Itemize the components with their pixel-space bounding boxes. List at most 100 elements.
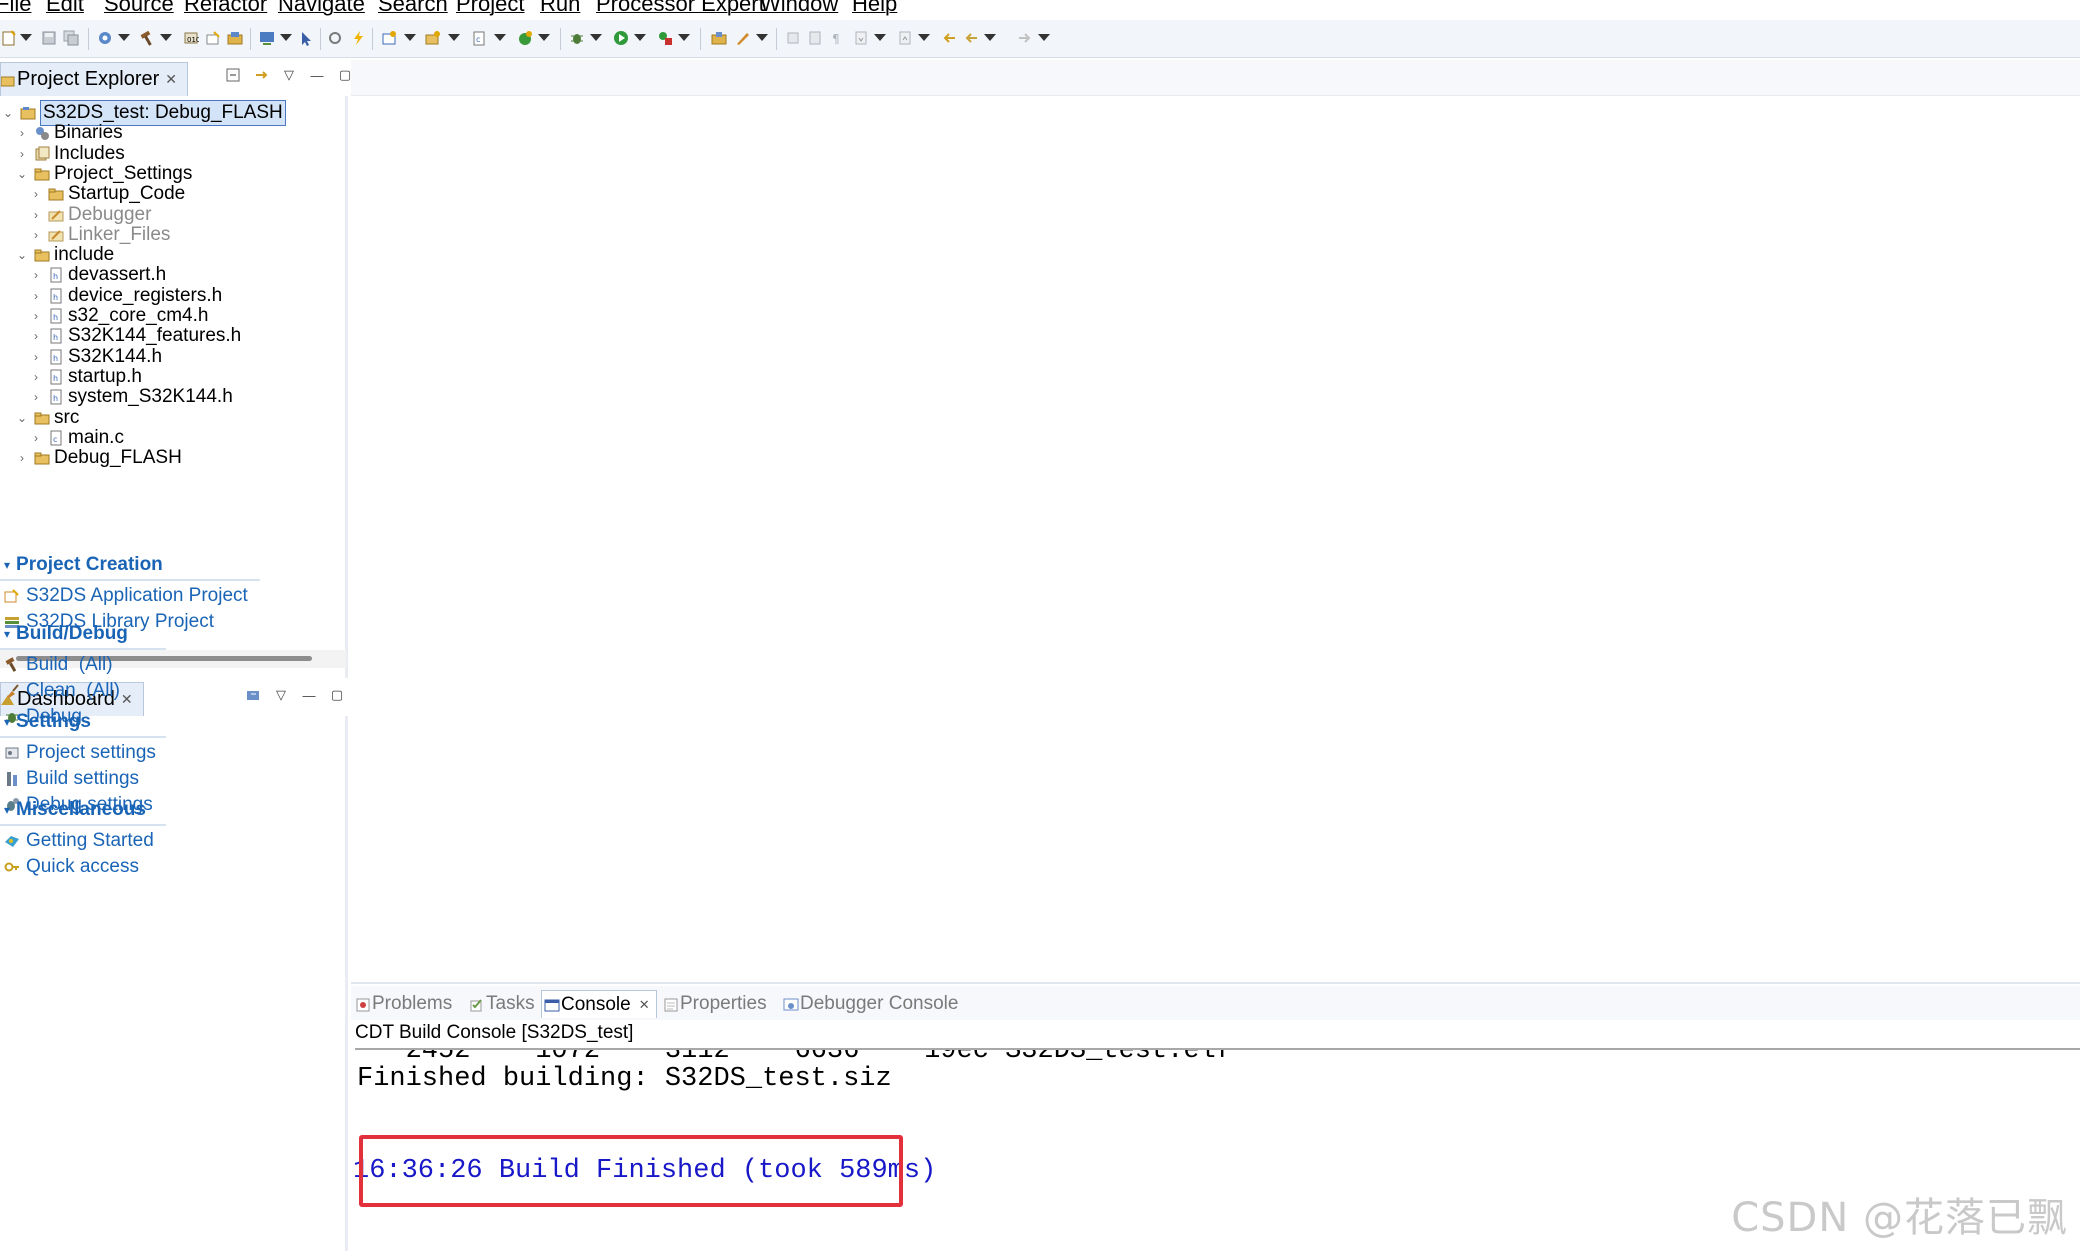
chevron-right-icon[interactable]: › — [30, 390, 42, 404]
dashboard-link[interactable]: Clean (All) — [4, 679, 120, 703]
debug-dropdown-icon[interactable] — [590, 34, 602, 41]
chevron-down-icon[interactable]: ⌄ — [2, 106, 14, 120]
menu-file[interactable]: File — [0, 0, 31, 18]
dashboard-section-header[interactable]: ▾ Settings — [0, 709, 91, 735]
chevron-right-icon[interactable]: › — [16, 147, 28, 161]
chevron-down-icon[interactable]: ⌄ — [16, 248, 28, 262]
terminal-icon[interactable] — [258, 29, 276, 47]
dashboard-section-header[interactable]: ▾ Miscellaneous — [0, 797, 146, 823]
new-source-dropdown-icon[interactable] — [494, 34, 506, 41]
maximize-icon[interactable]: ▢ — [338, 67, 352, 82]
tab-debugger-console[interactable]: Debugger Console — [783, 990, 958, 1018]
open-perspective-icon[interactable] — [710, 29, 728, 47]
forward-icon[interactable] — [1016, 29, 1034, 47]
forward-dropdown-icon[interactable] — [1038, 34, 1050, 41]
new-folder-dropdown-icon[interactable] — [448, 34, 460, 41]
menu-source[interactable]: Source — [104, 0, 174, 18]
prev-annotation-icon[interactable] — [896, 29, 914, 47]
menu-window[interactable]: Window — [760, 0, 838, 18]
chevron-right-icon[interactable]: › — [30, 329, 42, 343]
chevron-right-icon[interactable]: › — [30, 370, 42, 384]
chevron-right-icon[interactable]: › — [30, 208, 42, 222]
dashboard-link[interactable]: Build settings — [4, 767, 139, 791]
launch-icon[interactable] — [734, 29, 752, 47]
chevron-down-icon[interactable]: ▾ — [4, 558, 10, 572]
menu-refactor[interactable]: Refactor — [184, 0, 267, 18]
tree-node[interactable]: › Debug_FLASH — [16, 445, 182, 471]
chevron-down-icon[interactable]: ▾ — [4, 715, 10, 729]
new-other-icon[interactable] — [516, 29, 534, 47]
close-icon[interactable]: ✕ — [639, 997, 650, 1013]
chevron-right-icon[interactable]: › — [30, 187, 42, 201]
maximize-icon[interactable]: ▢ — [330, 687, 344, 702]
new-class-icon[interactable] — [380, 29, 398, 47]
chevron-down-icon[interactable]: ▾ — [4, 803, 10, 817]
show-whitespace-icon[interactable]: ¶ — [828, 29, 846, 47]
editor-area[interactable] — [351, 60, 2080, 982]
build-dropdown-icon[interactable] — [160, 34, 172, 41]
link-with-editor-icon[interactable] — [254, 68, 268, 82]
next-annotation-icon[interactable] — [852, 29, 870, 47]
chevron-right-icon[interactable]: › — [30, 289, 42, 303]
menu-run[interactable]: Run — [540, 0, 580, 18]
hammer-build-icon[interactable] — [138, 29, 156, 47]
tab-console[interactable]: Console ✕ — [541, 990, 657, 1018]
lightning-icon[interactable] — [350, 29, 368, 47]
build-config-dropdown-icon[interactable] — [118, 34, 130, 41]
run-icon[interactable] — [612, 29, 630, 47]
dashboard-link[interactable]: Getting Started — [4, 829, 154, 853]
debug-icon[interactable] — [568, 29, 586, 47]
chevron-right-icon[interactable]: › — [30, 309, 42, 323]
minimize-icon[interactable]: — — [302, 688, 316, 703]
chevron-right-icon[interactable]: › — [16, 126, 28, 140]
menu-help[interactable]: Help — [852, 0, 897, 18]
dashboard-link[interactable]: Project settings — [4, 741, 156, 765]
dashboard-section-header[interactable]: ▾ Build/Debug — [0, 621, 128, 647]
new-class-dropdown-icon[interactable] — [404, 34, 416, 41]
refresh-dashboard-icon[interactable] — [246, 688, 260, 702]
menu-processor-expert[interactable]: Processor Expert — [596, 0, 765, 18]
dashboard-link[interactable]: Build (All) — [4, 653, 113, 677]
terminal-dropdown-icon[interactable] — [280, 34, 292, 41]
minimize-icon[interactable]: — — [310, 68, 324, 83]
menu-search[interactable]: Search — [378, 0, 448, 18]
dashboard-section-header[interactable]: ▾ Project Creation — [0, 552, 163, 578]
new-folder-icon[interactable] — [424, 29, 442, 47]
close-icon[interactable]: ✕ — [121, 691, 133, 708]
collapse-all-icon[interactable] — [226, 68, 240, 82]
chevron-down-icon[interactable]: ⌄ — [16, 411, 28, 425]
chevron-right-icon[interactable]: › — [16, 451, 28, 465]
run-dropdown-icon[interactable] — [634, 34, 646, 41]
tab-problems[interactable]: Problems — [355, 990, 452, 1018]
dashboard-link[interactable]: Quick access — [4, 855, 139, 879]
pointer-icon[interactable] — [298, 29, 316, 47]
save-all-icon[interactable] — [62, 29, 80, 47]
view-menu-icon[interactable]: ▽ — [282, 67, 296, 82]
external-tools-dropdown-icon[interactable] — [678, 34, 690, 41]
chevron-down-icon[interactable]: ⌄ — [16, 167, 28, 181]
next-annotation-dropdown-icon[interactable] — [874, 34, 886, 41]
tab-tasks[interactable]: Tasks — [469, 990, 535, 1018]
external-tools-icon[interactable] — [656, 29, 674, 47]
refresh-icon[interactable] — [326, 29, 344, 47]
open-type-icon[interactable] — [226, 29, 244, 47]
project-explorer-tab[interactable]: Project Explorer ✕ — [0, 62, 189, 96]
build-config-icon[interactable] — [96, 29, 114, 47]
new-project-wizard-icon[interactable] — [204, 29, 222, 47]
new-other-dropdown-icon[interactable] — [538, 34, 550, 41]
chevron-right-icon[interactable]: › — [30, 350, 42, 364]
build-all-icon[interactable]: 010 — [182, 29, 200, 47]
last-edit-icon[interactable] — [940, 29, 958, 47]
close-icon[interactable]: ✕ — [165, 71, 177, 88]
chevron-right-icon[interactable]: › — [30, 228, 42, 242]
chevron-right-icon[interactable]: › — [30, 268, 42, 282]
prev-annotation-dropdown-icon[interactable] — [918, 34, 930, 41]
menu-navigate[interactable]: Navigate — [278, 0, 365, 18]
dashboard-link[interactable]: S32DS Application Project — [4, 584, 248, 608]
save-icon[interactable] — [40, 29, 58, 47]
toggle-mark-icon[interactable] — [784, 29, 802, 47]
toggle-block-icon[interactable] — [806, 29, 824, 47]
launch-dropdown-icon[interactable] — [756, 34, 768, 41]
chevron-down-icon[interactable]: ▾ — [4, 627, 10, 641]
back-dropdown-icon[interactable] — [984, 34, 996, 41]
